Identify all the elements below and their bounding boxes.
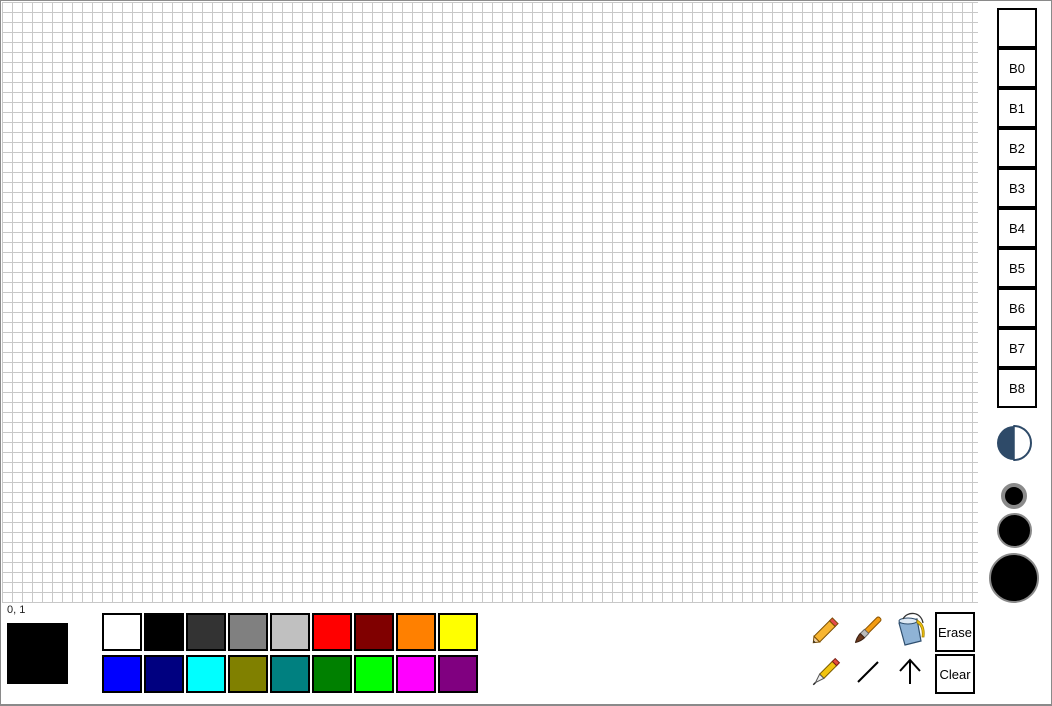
- swatch-green[interactable]: [312, 655, 352, 693]
- brush-b0[interactable]: B0: [997, 48, 1037, 88]
- arrow-up-icon[interactable]: [891, 653, 929, 691]
- contrast-half-icon[interactable]: [995, 424, 1033, 462]
- brush-none[interactable]: [997, 8, 1037, 48]
- brush-b2[interactable]: B2: [997, 128, 1037, 168]
- line-icon[interactable]: [849, 653, 887, 691]
- brush-b8[interactable]: B8: [997, 368, 1037, 408]
- brush-b4[interactable]: B4: [997, 208, 1037, 248]
- paint-bucket-icon[interactable]: [891, 611, 929, 649]
- swatch-lime[interactable]: [354, 655, 394, 693]
- swatch-navy[interactable]: [144, 655, 184, 693]
- swatch-maroon[interactable]: [354, 613, 394, 651]
- swatch-silver[interactable]: [270, 613, 310, 651]
- paint-app: 0, 1 Erase Clear B0 B1 B2 B3 B4 B5 B6 B7…: [0, 0, 1052, 706]
- pen-icon[interactable]: [807, 653, 845, 691]
- size-small-button[interactable]: [1001, 483, 1027, 509]
- swatch-magenta[interactable]: [396, 655, 436, 693]
- swatch-orange[interactable]: [396, 613, 436, 651]
- swatch-olive[interactable]: [228, 655, 268, 693]
- swatch-purple[interactable]: [438, 655, 478, 693]
- erase-button[interactable]: Erase: [935, 612, 975, 652]
- swatch-dark-gray[interactable]: [186, 613, 226, 651]
- size-large-button[interactable]: [989, 553, 1039, 603]
- brush-b6[interactable]: B6: [997, 288, 1037, 328]
- brush-b1[interactable]: B1: [997, 88, 1037, 128]
- clear-button[interactable]: Clear: [935, 654, 975, 694]
- brush-b3[interactable]: B3: [997, 168, 1037, 208]
- brush-icon[interactable]: [849, 611, 887, 649]
- size-medium-button[interactable]: [997, 513, 1032, 548]
- current-color-preview: [7, 623, 68, 684]
- drawing-canvas-grid[interactable]: [2, 2, 978, 603]
- swatch-white[interactable]: [102, 613, 142, 651]
- cursor-coordinates: 0, 1: [7, 604, 26, 616]
- swatch-teal[interactable]: [270, 655, 310, 693]
- pencil-icon[interactable]: [807, 611, 845, 649]
- swatch-yellow[interactable]: [438, 613, 478, 651]
- brush-b7[interactable]: B7: [997, 328, 1037, 368]
- brush-b5[interactable]: B5: [997, 248, 1037, 288]
- swatch-red[interactable]: [312, 613, 352, 651]
- swatch-black[interactable]: [144, 613, 184, 651]
- swatch-gray[interactable]: [228, 613, 268, 651]
- swatch-cyan[interactable]: [186, 655, 226, 693]
- swatch-blue[interactable]: [102, 655, 142, 693]
